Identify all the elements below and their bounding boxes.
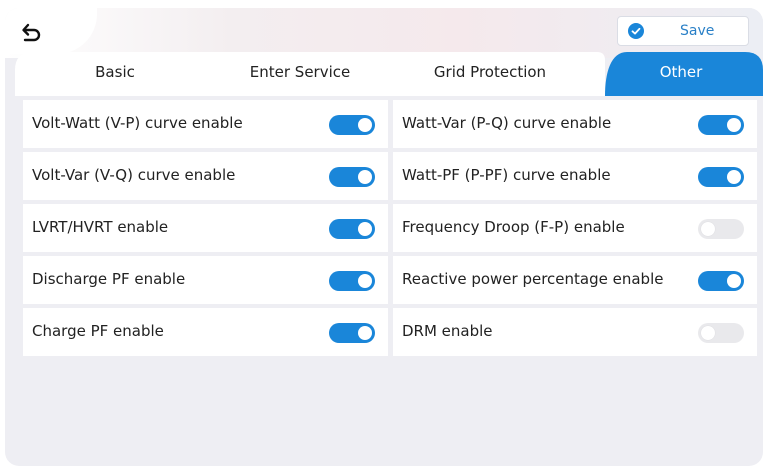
toggle-knob [358, 274, 372, 288]
setting-label: Volt-Watt (V-P) curve enable [32, 114, 243, 132]
setting-row-volt-watt: Volt-Watt (V-P) curve enable [23, 100, 388, 148]
toggle-knob [727, 118, 741, 132]
watt-pf-toggle[interactable] [698, 167, 744, 187]
setting-row-charge-pf: Charge PF enable [23, 308, 388, 356]
toggle-knob [727, 274, 741, 288]
volt-var-toggle[interactable] [329, 167, 375, 187]
top-bar: Save [5, 8, 763, 58]
setting-row-volt-var: Volt-Var (V-Q) curve enable [23, 152, 388, 200]
tab-other[interactable]: Other [611, 52, 751, 92]
save-button[interactable]: Save [617, 16, 749, 46]
charge-pf-toggle[interactable] [329, 323, 375, 343]
toggle-knob [358, 326, 372, 340]
back-button[interactable] [17, 18, 45, 46]
setting-row-watt-var: Watt-Var (P-Q) curve enable [393, 100, 757, 148]
save-label: Save [680, 23, 715, 39]
setting-row-watt-pf: Watt-PF (P-PF) curve enable [393, 152, 757, 200]
setting-row-drm: DRM enable [393, 308, 757, 356]
toggle-knob [358, 118, 372, 132]
toggle-knob [727, 170, 741, 184]
volt-watt-toggle[interactable] [329, 115, 375, 135]
setting-label: Watt-Var (P-Q) curve enable [402, 114, 612, 132]
reactive-power-toggle[interactable] [698, 271, 744, 291]
setting-row-discharge-pf: Discharge PF enable [23, 256, 388, 304]
setting-label: Reactive power percentage enable [402, 270, 664, 288]
check-circle-icon [628, 23, 644, 39]
tab-grid-protection[interactable]: Grid Protection [405, 52, 575, 92]
tab-bar: Basic Enter Service Grid Protection Othe… [15, 52, 763, 96]
setting-label: Frequency Droop (F-P) enable [402, 218, 625, 236]
toggle-knob [701, 222, 715, 236]
discharge-pf-toggle[interactable] [329, 271, 375, 291]
setting-label: Charge PF enable [32, 322, 164, 340]
settings-screen: Save Basic Enter Service Grid Protection… [5, 8, 763, 466]
setting-label: Discharge PF enable [32, 270, 186, 288]
tab-basic[interactable]: Basic [45, 52, 185, 92]
setting-row-frequency-droop: Frequency Droop (F-P) enable [393, 204, 757, 252]
toggle-knob [701, 326, 715, 340]
toggle-knob [358, 170, 372, 184]
setting-label: Volt-Var (V-Q) curve enable [32, 166, 236, 184]
setting-label: LVRT/HVRT enable [32, 218, 169, 236]
back-tab [5, 8, 97, 54]
frequency-droop-toggle[interactable] [698, 219, 744, 239]
setting-row-reactive-power: Reactive power percentage enable [393, 256, 757, 304]
drm-toggle[interactable] [698, 323, 744, 343]
setting-row-lvrt-hvrt: LVRT/HVRT enable [23, 204, 388, 252]
setting-label: DRM enable [402, 322, 493, 340]
watt-var-toggle[interactable] [698, 115, 744, 135]
tab-enter-service[interactable]: Enter Service [225, 52, 375, 92]
back-arrow-icon [22, 23, 41, 42]
toggle-knob [358, 222, 372, 236]
lvrt-hvrt-toggle[interactable] [329, 219, 375, 239]
setting-label: Watt-PF (P-PF) curve enable [402, 166, 611, 184]
